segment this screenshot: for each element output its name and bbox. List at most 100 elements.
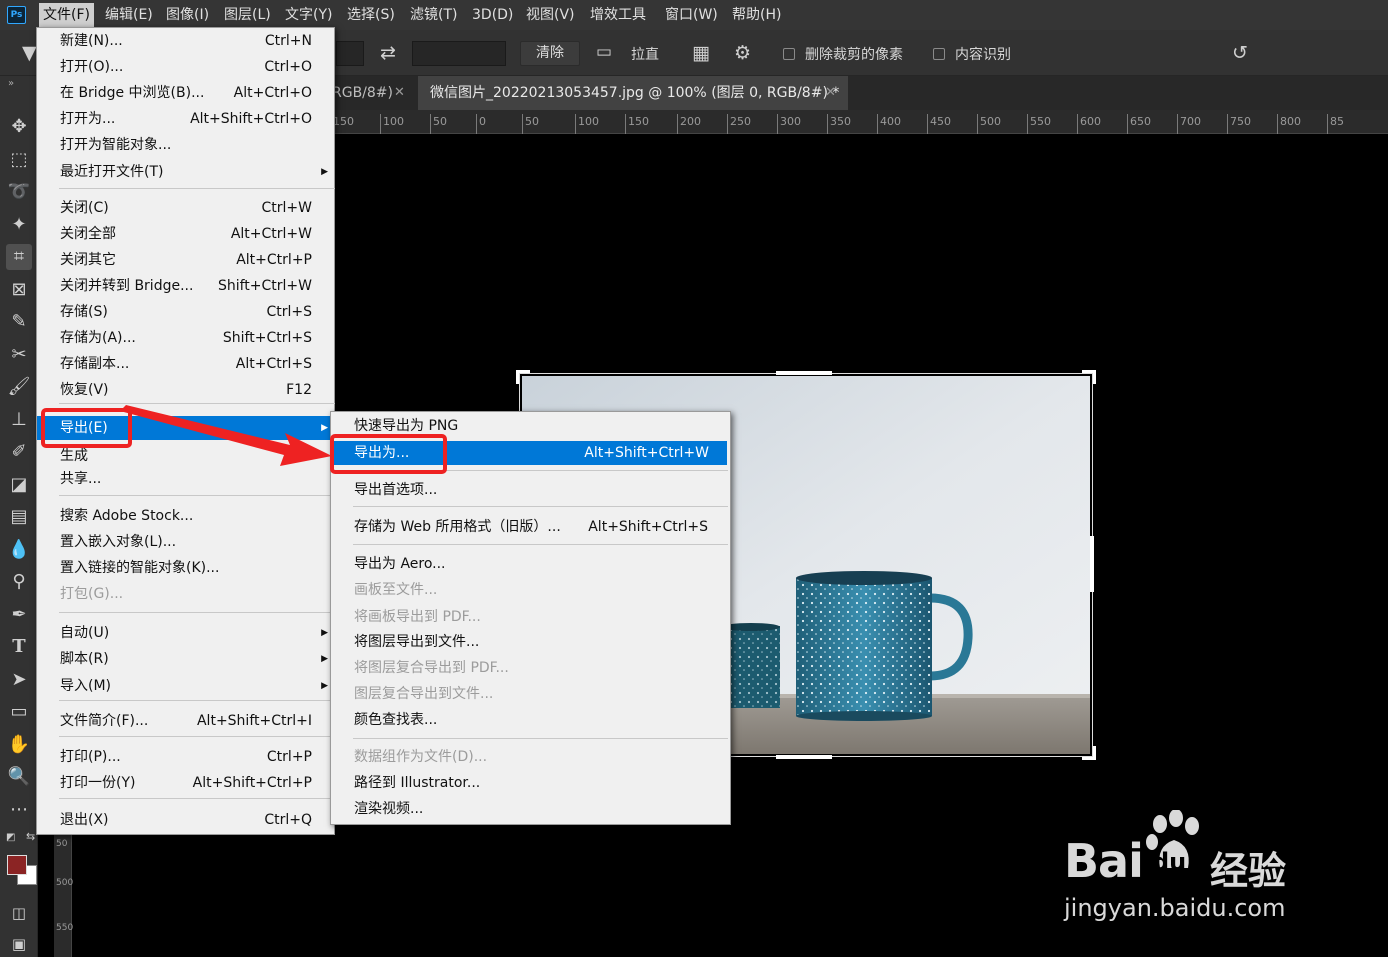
menu-3d[interactable]: 3D(D) bbox=[468, 0, 517, 30]
brush-tool-icon[interactable]: 🖌 bbox=[6, 374, 32, 400]
foreground-color-swatch[interactable] bbox=[7, 855, 27, 875]
eyedropper-tool-icon[interactable]: ✎ bbox=[6, 309, 32, 335]
menu-plugins[interactable]: 增效工具 bbox=[586, 0, 650, 30]
crop-handle-right[interactable] bbox=[1090, 536, 1094, 592]
menu-item-render-video[interactable]: 渲染视频... bbox=[331, 797, 730, 821]
menu-help[interactable]: 帮助(H) bbox=[728, 0, 785, 30]
marquee-tool-icon[interactable]: ⬚ bbox=[6, 147, 32, 173]
crop-handle-top-left[interactable] bbox=[516, 370, 530, 384]
close-tab-icon[interactable]: ✕ bbox=[825, 76, 836, 110]
eraser-tool-icon[interactable]: ◪ bbox=[6, 472, 32, 498]
menu-filter[interactable]: 滤镜(T) bbox=[406, 0, 461, 30]
menu-item-layer-comps-to-pdf[interactable]: 将图层复合导出到 PDF... bbox=[331, 656, 730, 680]
resolution-input[interactable] bbox=[412, 41, 506, 66]
zoom-tool-icon[interactable]: 🔍 bbox=[6, 764, 32, 790]
swap-colors-icon[interactable]: ⇆ bbox=[26, 830, 35, 843]
menu-item-search-adobe-stock[interactable]: 搜索 Adobe Stock... bbox=[37, 504, 334, 528]
blur-tool-icon[interactable]: 💧 bbox=[6, 537, 32, 563]
healing-tool-icon[interactable]: ✂ bbox=[6, 342, 32, 368]
menu-window[interactable]: 窗口(W) bbox=[661, 0, 722, 30]
stamp-tool-icon[interactable]: ⊥ bbox=[6, 407, 32, 433]
menu-select[interactable]: 选择(S) bbox=[343, 0, 399, 30]
reset-icon[interactable]: ↺ bbox=[1232, 42, 1248, 64]
menu-item-exit[interactable]: 退出(X) Ctrl+Q bbox=[37, 808, 334, 832]
default-colors-icon[interactable]: ◩ bbox=[6, 832, 15, 843]
swap-dimensions-icon[interactable]: ⇄ bbox=[380, 42, 396, 64]
menu-item-save-copy[interactable]: 存储副本... Alt+Ctrl+S bbox=[37, 352, 334, 376]
menu-item-scripts[interactable]: 脚本(R) ▶ bbox=[37, 647, 334, 671]
crop-handle-top[interactable] bbox=[776, 371, 832, 375]
menu-item-browse-in-bridge[interactable]: 在 Bridge 中浏览(B)... Alt+Ctrl+O bbox=[37, 81, 334, 105]
menu-item-place-embedded[interactable]: 置入嵌入对象(L)... bbox=[37, 530, 334, 554]
menu-item-share[interactable]: 共享... bbox=[37, 467, 334, 491]
more-tools-icon[interactable]: ⋯ bbox=[6, 797, 32, 823]
menu-item-open[interactable]: 打开(O)... Ctrl+O bbox=[37, 55, 334, 79]
rectangle-tool-icon[interactable]: ▭ bbox=[6, 699, 32, 725]
crop-tool-preset-icon[interactable]: ▼ bbox=[22, 42, 37, 64]
menu-item-automate[interactable]: 自动(U) ▶ bbox=[37, 621, 334, 645]
screen-mode-icon[interactable]: ▣ bbox=[6, 931, 32, 957]
menu-item-save-for-web-legacy[interactable]: 存储为 Web 所用格式（旧版）... Alt+Shift+Ctrl+S bbox=[331, 515, 730, 539]
menu-file[interactable]: 文件(F) bbox=[39, 3, 94, 27]
menu-item-artboards-to-files[interactable]: 画板至文件... bbox=[331, 578, 730, 602]
menu-item-save-as[interactable]: 存储为(A)... Shift+Ctrl+S bbox=[37, 326, 334, 350]
hand-tool-icon[interactable]: ✋ bbox=[6, 732, 32, 758]
crop-handle-bottom-right[interactable] bbox=[1082, 746, 1096, 760]
menu-item-layer-comps-to-files[interactable]: 图层复合导出到文件... bbox=[331, 682, 730, 706]
path-selection-tool-icon[interactable]: ➤ bbox=[6, 667, 32, 693]
menu-item-export-to-aero[interactable]: 导出为 Aero... bbox=[331, 552, 730, 576]
menu-item-artboards-to-pdf[interactable]: 将画板导出到 PDF... bbox=[331, 605, 730, 629]
menu-item-color-lookup-tables[interactable]: 颜色查找表... bbox=[331, 708, 730, 732]
menu-edit[interactable]: 编辑(E) bbox=[101, 0, 157, 30]
collapse-icon[interactable]: » bbox=[8, 78, 14, 89]
menu-item-package[interactable]: 打包(G)... bbox=[37, 582, 334, 606]
dodge-tool-icon[interactable]: ⚲ bbox=[6, 569, 32, 595]
magic-wand-tool-icon[interactable]: ✦ bbox=[6, 212, 32, 238]
menu-item-save[interactable]: 存储(S) Ctrl+S bbox=[37, 300, 334, 324]
lasso-tool-icon[interactable]: ➰ bbox=[6, 179, 32, 205]
content-aware-checkbox[interactable] bbox=[933, 48, 945, 60]
menu-item-place-linked[interactable]: 置入链接的智能对象(K)... bbox=[37, 556, 334, 580]
menu-item-revert[interactable]: 恢复(V) F12 bbox=[37, 378, 334, 402]
menu-item-print-one-copy[interactable]: 打印一份(Y) Alt+Shift+Ctrl+P bbox=[37, 771, 334, 795]
menu-item-open-as-smart-object[interactable]: 打开为智能对象... bbox=[37, 133, 334, 157]
crop-handle-bottom[interactable] bbox=[776, 755, 832, 759]
menu-image[interactable]: 图像(I) bbox=[162, 0, 213, 30]
type-tool-icon[interactable]: T bbox=[6, 634, 32, 660]
straighten-icon[interactable]: ▭ bbox=[596, 42, 612, 62]
menu-item-file-info[interactable]: 文件简介(F)... Alt+Shift+Ctrl+I bbox=[37, 709, 334, 733]
tab-current-document[interactable]: 微信图片_20220213053457.jpg @ 100% (图层 0, RG… bbox=[418, 76, 848, 110]
history-brush-tool-icon[interactable]: ✐ bbox=[6, 439, 32, 465]
crop-tool-icon[interactable]: ⌗ bbox=[6, 244, 32, 270]
menu-item-layers-to-files[interactable]: 将图层导出到文件... bbox=[331, 630, 730, 654]
menu-view[interactable]: 视图(V) bbox=[522, 0, 579, 30]
menu-item-close-and-go-to-bridge[interactable]: 关闭并转到 Bridge... Shift+Ctrl+W bbox=[37, 274, 334, 298]
delete-cropped-checkbox[interactable] bbox=[783, 48, 795, 60]
pen-tool-icon[interactable]: ✒ bbox=[6, 602, 32, 628]
menu-item-open-as[interactable]: 打开为... Alt+Shift+Ctrl+O bbox=[37, 107, 334, 131]
grid-overlay-icon[interactable]: ▦ bbox=[692, 42, 710, 64]
crop-handle-top-right[interactable] bbox=[1082, 370, 1096, 384]
gear-icon[interactable]: ⚙ bbox=[734, 42, 751, 64]
menu-item-close[interactable]: 关闭(C) Ctrl+W bbox=[37, 196, 334, 220]
menu-type[interactable]: 文字(Y) bbox=[281, 0, 336, 30]
menu-layer[interactable]: 图层(L) bbox=[220, 0, 275, 30]
menu-item-import[interactable]: 导入(M) ▶ bbox=[37, 674, 334, 698]
clear-button[interactable]: 清除 bbox=[520, 41, 580, 66]
menu-item-export-preferences[interactable]: 导出首选项... bbox=[331, 478, 730, 502]
straighten-button[interactable]: 拉直 bbox=[631, 44, 659, 64]
menu-item-data-sets-as-files[interactable]: 数据组作为文件(D)... bbox=[331, 745, 730, 769]
gradient-tool-icon[interactable]: ▤ bbox=[6, 504, 32, 530]
quick-mask-icon[interactable]: ◫ bbox=[6, 900, 32, 926]
tools-panel: » ✥ ⬚ ➰ ✦ ⌗ ⊠ ✎ ✂ 🖌 ⊥ ✐ ◪ ▤ 💧 ⚲ ✒ T ➤ ▭ … bbox=[0, 76, 38, 957]
frame-tool-icon[interactable]: ⊠ bbox=[6, 277, 32, 303]
menu-item-close-others[interactable]: 关闭其它 Alt+Ctrl+P bbox=[37, 248, 334, 272]
menu-item-new[interactable]: 新建(N)... Ctrl+N bbox=[37, 29, 334, 53]
menu-item-recent-files[interactable]: 最近打开文件(T) ▶ bbox=[37, 160, 334, 184]
menu-item-paths-to-illustrator[interactable]: 路径到 Illustrator... bbox=[331, 771, 730, 795]
menu-item-close-all[interactable]: 关闭全部 Alt+Ctrl+W bbox=[37, 222, 334, 246]
move-tool-icon[interactable]: ✥ bbox=[6, 114, 32, 140]
menu-item-print[interactable]: 打印(P)... Ctrl+P bbox=[37, 745, 334, 769]
height-input[interactable] bbox=[336, 41, 364, 66]
close-tab-icon[interactable]: ✕ bbox=[394, 76, 405, 110]
